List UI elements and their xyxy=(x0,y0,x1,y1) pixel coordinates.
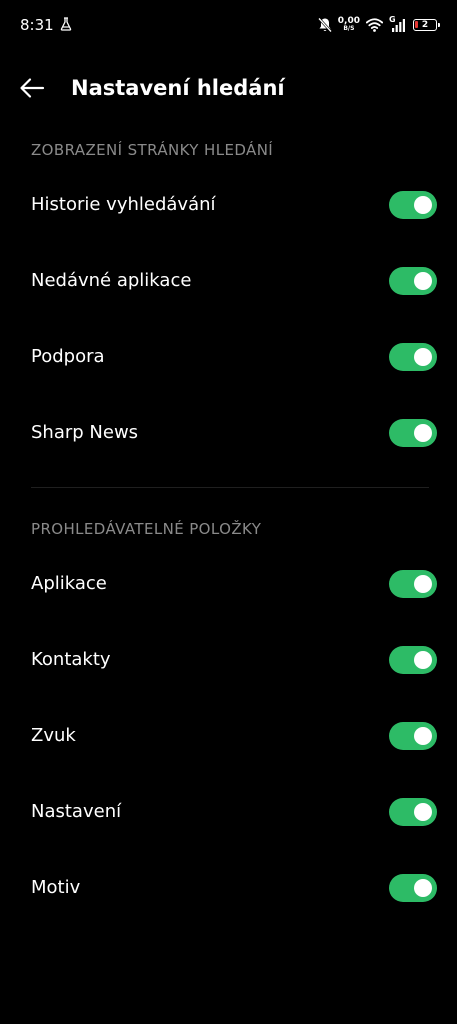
setting-label: Nedávné aplikace xyxy=(31,270,192,291)
toggle-knob xyxy=(414,272,432,290)
section-divider xyxy=(31,487,429,488)
battery-level: 2 xyxy=(421,20,429,30)
flask-icon xyxy=(60,17,72,31)
setting-label: Nastavení xyxy=(31,801,122,822)
arrow-left-icon xyxy=(20,78,45,98)
app-header: Nastavení hledání xyxy=(0,60,457,116)
section-header-search-page: ZOBRAZENÍ STRÁNKY HLEDÁNÍ xyxy=(31,141,274,159)
back-button[interactable] xyxy=(14,70,50,106)
net-speed: 0,00 B/S xyxy=(338,17,360,33)
signal-icon xyxy=(392,19,405,32)
setting-row-search-history[interactable]: Historie vyhledávání xyxy=(0,173,457,237)
battery-icon: 2 xyxy=(413,19,440,31)
signal-indicator: G xyxy=(389,15,407,33)
toggle-knob xyxy=(414,727,432,745)
status-icons: 0,00 B/S G 2 xyxy=(317,13,440,37)
toggle-apps[interactable] xyxy=(389,570,437,598)
setting-label: Motiv xyxy=(31,877,81,898)
status-bar: 8:31 0,00 B/S G 2 xyxy=(0,0,457,50)
setting-row-sound[interactable]: Zvuk xyxy=(0,704,457,768)
toggle-knob xyxy=(414,196,432,214)
toggle-knob xyxy=(414,575,432,593)
toggle-settings[interactable] xyxy=(389,798,437,826)
setting-row-theme[interactable]: Motiv xyxy=(0,856,457,920)
setting-label: Sharp News xyxy=(31,422,139,443)
page-title: Nastavení hledání xyxy=(71,76,285,100)
net-speed-unit: B/S xyxy=(343,25,355,32)
toggle-theme[interactable] xyxy=(389,874,437,902)
status-time: 8:31 xyxy=(20,16,54,34)
setting-label: Aplikace xyxy=(31,573,107,594)
toggle-knob xyxy=(414,348,432,366)
setting-row-recent-apps[interactable]: Nedávné aplikace xyxy=(0,249,457,313)
setting-row-settings[interactable]: Nastavení xyxy=(0,780,457,844)
toggle-contacts[interactable] xyxy=(389,646,437,674)
toggle-knob xyxy=(414,424,432,442)
toggle-recent-apps[interactable] xyxy=(389,267,437,295)
toggle-support[interactable] xyxy=(389,343,437,371)
setting-row-apps[interactable]: Aplikace xyxy=(0,552,457,616)
setting-label: Historie vyhledávání xyxy=(31,194,216,215)
section-header-searchable-items: PROHLEDÁVATELNÉ POLOŽKY xyxy=(31,520,262,538)
net-speed-value: 0,00 xyxy=(337,16,360,26)
setting-label: Kontakty xyxy=(31,649,111,670)
wifi-icon xyxy=(366,18,383,32)
toggle-sharp-news[interactable] xyxy=(389,419,437,447)
setting-row-sharp-news[interactable]: Sharp News xyxy=(0,401,457,465)
setting-label: Podpora xyxy=(31,346,105,367)
setting-label: Zvuk xyxy=(31,725,76,746)
toggle-search-history[interactable] xyxy=(389,191,437,219)
mute-bell-icon xyxy=(317,17,332,33)
toggle-knob xyxy=(414,651,432,669)
battery-fill xyxy=(415,21,418,28)
toggle-sound[interactable] xyxy=(389,722,437,750)
setting-row-support[interactable]: Podpora xyxy=(0,325,457,389)
setting-row-contacts[interactable]: Kontakty xyxy=(0,628,457,692)
toggle-knob xyxy=(414,879,432,897)
toggle-knob xyxy=(414,803,432,821)
